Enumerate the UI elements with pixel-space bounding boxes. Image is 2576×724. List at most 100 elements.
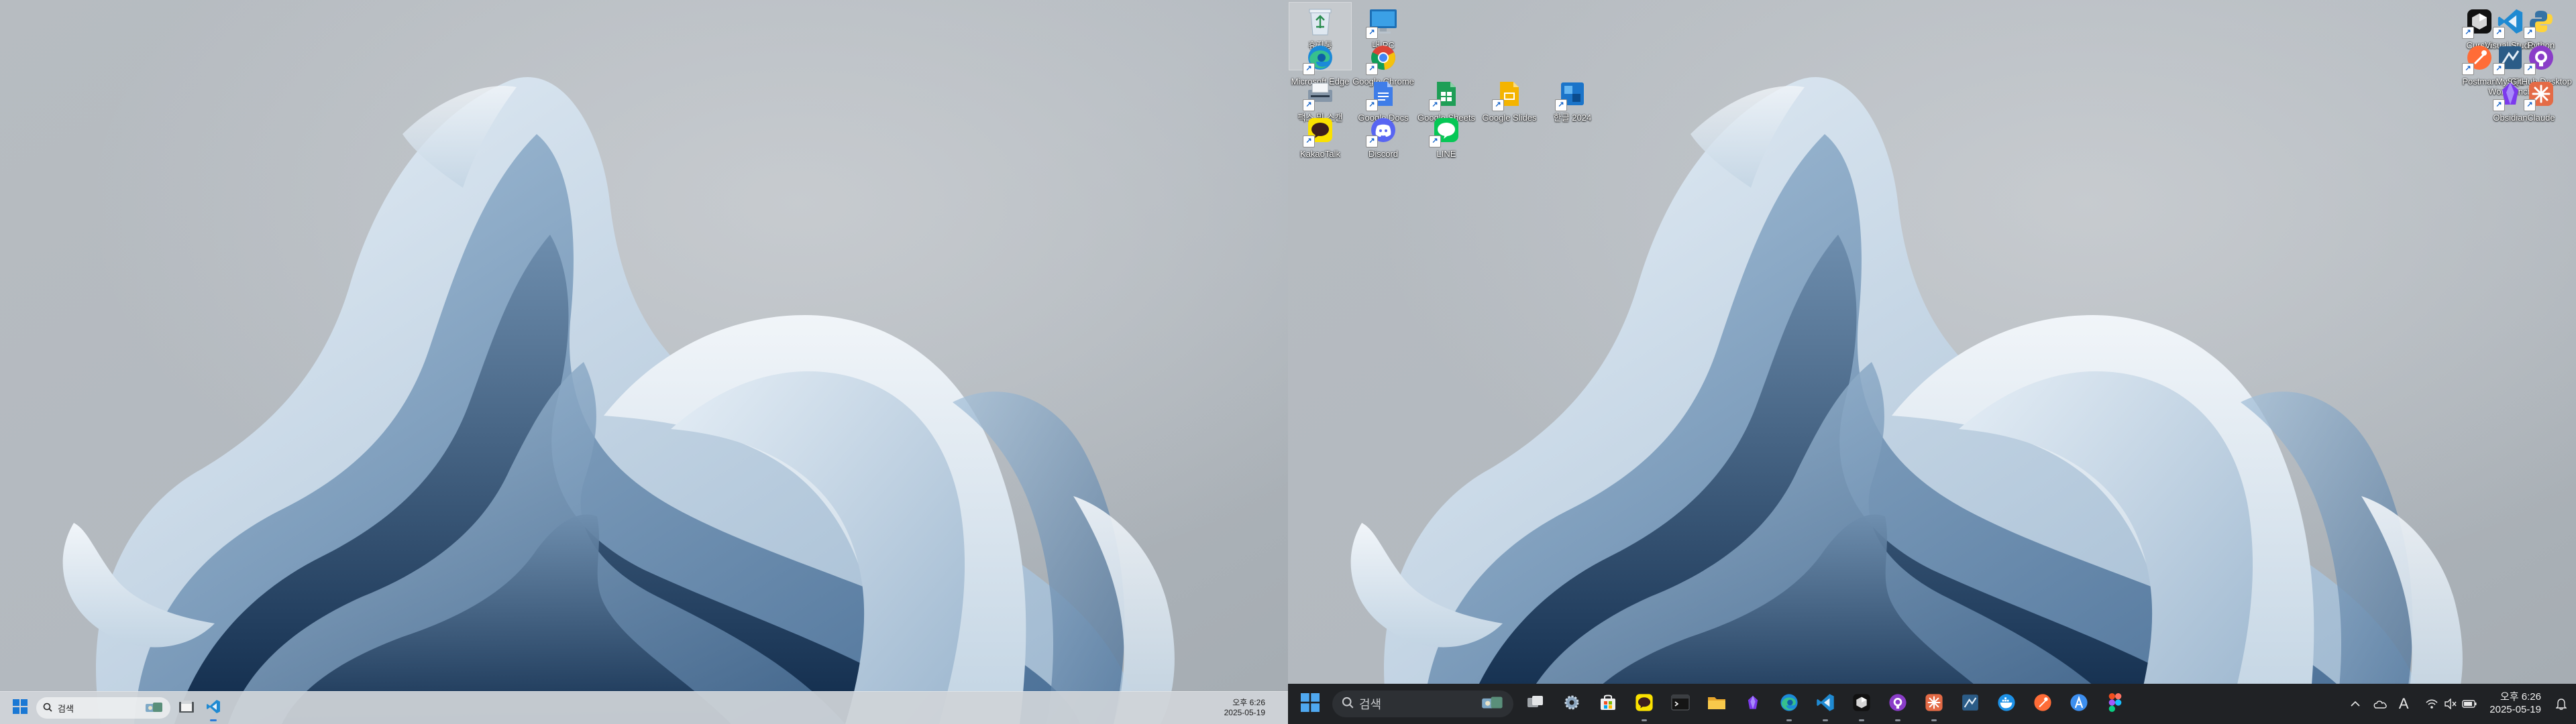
kakaotalk-icon (1635, 693, 1654, 715)
claude-icon (1925, 693, 1943, 715)
search-box[interactable]: 검색 (1332, 690, 1513, 717)
chevron-up-icon[interactable] (2346, 695, 2365, 713)
shortcut-arrow-icon: ↗ (2493, 27, 2505, 39)
windows-logo-icon (1301, 692, 1320, 715)
github-desktop-icon: ↗ (2524, 42, 2557, 75)
desktop-icon-line[interactable]: ↗ LINE (1415, 111, 1477, 178)
microsoft-store-icon (1599, 694, 1617, 715)
hangul-icon: ↗ (1555, 78, 1589, 111)
desktop-icon-kakaotalk[interactable]: ↗ KakaoTalk (1289, 111, 1351, 178)
desktop-icon-label: Claude (2527, 113, 2555, 123)
taskbar-microsoft-edge[interactable] (1771, 685, 1807, 723)
running-indicator (1786, 719, 1792, 721)
search-highlight-icon (145, 701, 164, 715)
desktop-icon-google-slides[interactable]: ↗ Google Slides (1479, 75, 1540, 142)
shortcut-arrow-icon: ↗ (1303, 63, 1315, 75)
search-highlight-icon (1481, 695, 1504, 713)
app-store-icon (2070, 693, 2088, 715)
desktop-icon-label: LINE (1436, 149, 1456, 159)
ime-indicator[interactable]: A (2394, 695, 2413, 713)
taskbar-settings[interactable] (1554, 685, 1590, 723)
shortcut-arrow-icon: ↗ (1303, 99, 1315, 111)
running-indicator (1642, 719, 1647, 721)
taskbar-kakaotalk[interactable] (1626, 685, 1662, 723)
right-monitor: 휴지통 ↗ 내 PC ↗ Microsoft Edge ↗ Google Chr… (1288, 0, 2576, 724)
start-button[interactable] (7, 693, 34, 723)
windows-logo-icon (13, 699, 28, 717)
shortcut-arrow-icon: ↗ (2524, 99, 2536, 111)
running-indicator (1823, 719, 1828, 721)
python-icon: ↗ (2524, 5, 2557, 39)
desktop-icon-hangul-2024[interactable]: ↗ 한글 2024 (1542, 75, 1603, 142)
clock[interactable]: 오후 6:26 2025-05-19 (2489, 691, 2541, 717)
vscode-icon (206, 699, 221, 717)
wifi-icon[interactable] (2422, 695, 2441, 713)
taskbar-file-explorer[interactable] (173, 693, 200, 723)
github-desktop-icon (1888, 693, 1907, 715)
shortcut-arrow-icon: ↗ (1366, 135, 1378, 147)
line-icon: ↗ (1429, 114, 1462, 147)
taskbar-claude[interactable] (1916, 685, 1952, 723)
taskbar-github-desktop[interactable] (1880, 685, 1916, 723)
cursor-icon (1852, 693, 1871, 715)
taskbar-file-explorer[interactable] (1699, 685, 1735, 723)
vscode-icon (1816, 693, 1835, 715)
clock-date: 2025-05-19 (2489, 704, 2541, 715)
obsidian-icon (1745, 693, 1761, 715)
search-icon (1342, 697, 1354, 712)
clock[interactable]: 오후 6:26 2025-05-19 (1224, 698, 1265, 718)
search-box[interactable]: 검색 (36, 697, 170, 719)
this-pc-icon: ↗ (1366, 5, 1399, 39)
desktop-icon-claude[interactable]: ↗ Claude (2510, 75, 2572, 142)
taskbar-visual-studio-code[interactable] (1807, 685, 1843, 723)
shortcut-arrow-icon: ↗ (1555, 99, 1567, 111)
taskbar-postman[interactable] (2025, 685, 2061, 723)
docker-icon (1997, 693, 2016, 715)
shortcut-arrow-icon: ↗ (2493, 63, 2505, 75)
shortcut-arrow-icon: ↗ (1366, 27, 1378, 39)
search-placeholder: 검색 (1359, 698, 1382, 711)
taskbar-terminal[interactable] (1662, 685, 1699, 723)
running-indicator (1859, 719, 1864, 721)
running-indicator (1895, 719, 1900, 721)
desktop-icon-label: Discord (1368, 149, 1399, 159)
taskbar-obsidian[interactable] (1735, 685, 1771, 723)
shortcut-arrow-icon: ↗ (2524, 27, 2536, 39)
figma-icon (2108, 692, 2122, 715)
mysql-workbench-icon (1961, 693, 1980, 715)
onedrive-icon[interactable] (2370, 695, 2389, 713)
terminal-icon (1671, 695, 1690, 714)
running-indicator (210, 719, 217, 721)
taskbar-task-view[interactable] (1517, 685, 1554, 723)
clock-date: 2025-05-19 (1224, 708, 1265, 717)
desktop-icon-discord[interactable]: ↗ Discord (1352, 111, 1414, 178)
taskbar-cursor[interactable] (1843, 685, 1880, 723)
folder-icon (1707, 695, 1726, 714)
speaker-muted-icon[interactable] (2441, 695, 2460, 713)
battery-icon[interactable] (2460, 695, 2479, 713)
taskbar-figma[interactable] (2097, 685, 2133, 723)
edge-icon (1780, 693, 1799, 715)
shortcut-arrow-icon: ↗ (1429, 135, 1441, 147)
taskbar-microsoft-store[interactable] (1590, 685, 1626, 723)
file-explorer-icon (179, 700, 194, 716)
discord-icon: ↗ (1366, 114, 1399, 147)
notification-bell-icon[interactable] (2555, 697, 2568, 711)
taskbar-mysql-workbench[interactable] (1952, 685, 1988, 723)
claude-icon: ↗ (2524, 78, 2557, 111)
recycle-bin-icon (1304, 5, 1336, 38)
taskbar-app-store[interactable] (2061, 685, 2097, 723)
desktop-icon-label: 한글 2024 (1553, 113, 1592, 123)
shortcut-arrow-icon: ↗ (1366, 63, 1378, 75)
google-slides-icon: ↗ (1492, 78, 1525, 111)
taskbar-visual-studio-code[interactable] (200, 693, 227, 723)
shortcut-arrow-icon: ↗ (1303, 135, 1315, 147)
taskbar-left: 검색 오후 6:26 2025-05-19 (0, 691, 1288, 724)
start-button[interactable] (1292, 685, 1328, 723)
shortcut-arrow-icon: ↗ (1492, 99, 1504, 111)
taskbar-docker[interactable] (1988, 685, 2025, 723)
search-icon (43, 703, 52, 714)
edge-icon: ↗ (1303, 42, 1336, 75)
search-placeholder: 검색 (58, 703, 74, 714)
taskbar-right: 검색 A 오후 6:26 2025-05-19 (1288, 684, 2576, 724)
